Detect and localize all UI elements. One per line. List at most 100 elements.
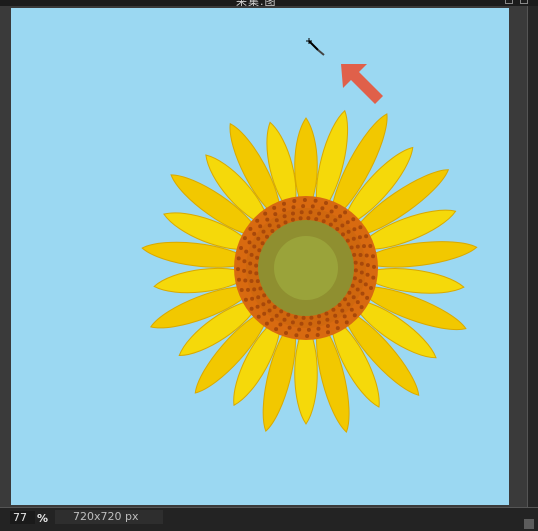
seed-dot	[308, 210, 313, 215]
seed-dot	[335, 326, 340, 331]
seed-dot	[236, 256, 241, 261]
seed-dot	[261, 229, 266, 234]
seed-dot	[331, 307, 336, 312]
seed-dot	[338, 214, 343, 219]
seed-dot	[359, 261, 364, 266]
seed-dot	[371, 254, 375, 259]
seed-dot	[249, 279, 254, 283]
seed-dot	[274, 218, 279, 223]
seed-dot	[313, 198, 318, 203]
seed-dot	[349, 245, 354, 250]
seed-dot	[352, 313, 357, 318]
seed-dot	[350, 283, 355, 288]
seed-dot	[254, 271, 259, 276]
seed-dot	[272, 205, 277, 210]
seed-dot	[364, 253, 369, 258]
seed-dot	[368, 244, 373, 248]
seed-dot	[302, 198, 307, 202]
seed-dot	[282, 201, 286, 206]
seed-dot	[265, 217, 270, 222]
zoom-input[interactable]: 77	[10, 511, 35, 524]
seed-dot	[343, 210, 348, 215]
seed-dot	[310, 204, 315, 209]
seed-dot	[267, 308, 272, 313]
status-bar: 77 % 720x720 px	[0, 507, 538, 531]
seed-dot	[265, 234, 269, 239]
seed-dot	[353, 268, 358, 273]
seed-dot	[279, 309, 284, 314]
restore-button[interactable]	[505, 0, 513, 4]
seed-dot	[247, 240, 252, 245]
seed-dot	[357, 235, 362, 240]
seed-dot	[347, 290, 352, 295]
canvas-viewport[interactable]	[0, 6, 528, 507]
resize-grip-icon[interactable]	[524, 519, 534, 529]
seed-dot	[340, 308, 345, 313]
seed-dot	[292, 199, 297, 203]
seed-dot	[351, 236, 356, 241]
image-canvas[interactable]	[11, 8, 509, 505]
seed-dot	[246, 287, 250, 292]
seed-dot	[324, 201, 328, 205]
seed-dot	[242, 236, 247, 241]
seed-dot	[269, 317, 274, 322]
seed-dot	[282, 317, 287, 322]
seed-dot	[352, 227, 357, 232]
seed-dot	[294, 333, 299, 338]
seed-dot	[369, 286, 373, 290]
seed-dot	[305, 334, 310, 338]
seed-dot	[237, 277, 241, 282]
seed-dot	[355, 300, 360, 305]
seed-dot	[270, 229, 275, 233]
seed-dot	[328, 222, 333, 227]
seed-dot	[346, 229, 351, 234]
seed-dot	[360, 291, 365, 296]
seed-dot	[267, 223, 272, 228]
zoom-unit-label: %	[37, 512, 49, 525]
seed-dot	[248, 261, 253, 266]
seed-dot	[258, 224, 263, 229]
seed-dot	[243, 278, 248, 283]
seed-dot	[325, 324, 330, 328]
seed-dot	[249, 306, 254, 311]
seed-dot	[291, 211, 295, 216]
seed-dot	[255, 304, 260, 309]
seed-dot	[315, 333, 320, 337]
seed-dot	[239, 288, 244, 292]
seed-dot	[351, 217, 356, 222]
seed-dot	[256, 314, 261, 319]
seed-dot	[316, 326, 321, 331]
seed-dot	[334, 319, 339, 324]
seed-dot	[363, 282, 368, 287]
seed-dot	[306, 327, 311, 332]
seed-dot	[301, 204, 306, 209]
seed-dot	[290, 320, 295, 325]
seed-dot	[255, 279, 260, 284]
close-button[interactable]	[520, 0, 528, 4]
seed-dot	[297, 327, 302, 332]
seed-dot	[298, 216, 303, 221]
seed-dot	[351, 295, 356, 300]
seed-dot	[359, 270, 364, 275]
seed-dot	[337, 303, 342, 307]
magic-wand-cursor-icon	[306, 38, 325, 56]
seed-dot	[242, 268, 247, 273]
seed-dot	[257, 248, 262, 253]
seed-dot	[341, 232, 345, 237]
seed-dot	[250, 296, 255, 301]
seed-dot	[301, 315, 306, 320]
seed-dot	[349, 307, 354, 312]
seed-dot	[333, 204, 338, 209]
seed-dot	[358, 253, 363, 257]
seed-dot	[333, 313, 338, 318]
seed-dot	[284, 331, 288, 335]
seed-dot	[342, 314, 347, 319]
seed-dot	[274, 327, 279, 332]
seed-dot	[309, 315, 314, 320]
seed-dot	[274, 313, 279, 318]
seed-dot	[262, 311, 267, 316]
seed-dot	[248, 226, 253, 231]
vertical-scrollbar[interactable]	[527, 6, 538, 507]
seed-dot	[283, 220, 288, 225]
seed-dot	[282, 208, 287, 212]
